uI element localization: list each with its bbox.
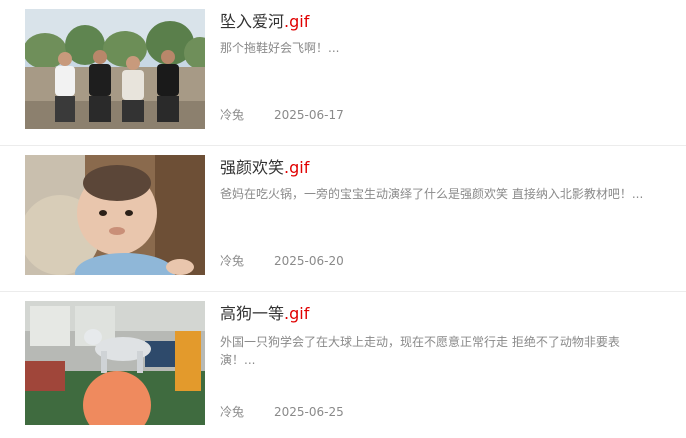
article-meta: 冷兔 2025-06-20 <box>220 253 344 269</box>
article-meta: 冷兔 2025-06-25 <box>220 404 344 420</box>
article-title-text[interactable]: 强颜欢笑 <box>220 158 284 177</box>
article-summary: 爸妈在吃火锅，一旁的宝宝生动演绎了什么是强颜欢笑 直接纳入北影教材吧！... <box>220 187 644 201</box>
article-thumbnail[interactable] <box>25 301 205 425</box>
article-item[interactable]: 坠入爱河.gif 那个拖鞋好会飞啊！... 冷兔 2025-06-17 <box>0 0 686 146</box>
article-author: 冷兔 <box>220 405 245 419</box>
article-title[interactable]: 坠入爱河.gif <box>220 11 309 33</box>
article-title[interactable]: 强颜欢笑.gif <box>220 157 309 179</box>
article-date: 2025-06-17 <box>274 108 344 122</box>
article-title-text[interactable]: 高狗一等 <box>220 304 284 323</box>
article-thumbnail[interactable] <box>25 9 205 129</box>
article-title-text[interactable]: 坠入爱河 <box>220 12 284 31</box>
article-date: 2025-06-20 <box>274 254 344 268</box>
article-item[interactable]: 强颜欢笑.gif 爸妈在吃火锅，一旁的宝宝生动演绎了什么是强颜欢笑 直接纳入北影… <box>0 146 686 292</box>
article-title-extension[interactable]: .gif <box>284 12 309 31</box>
article-title-extension[interactable]: .gif <box>284 304 309 323</box>
article-summary: 外国一只狗学会了在大球上走动，现在不愿意正常行走 拒绝不了动物非要表演！... <box>220 335 620 367</box>
article-meta: 冷兔 2025-06-17 <box>220 107 344 123</box>
article-thumbnail[interactable] <box>25 155 205 275</box>
article-date: 2025-06-25 <box>274 405 344 419</box>
article-item[interactable]: 高狗一等.gif 外国一只狗学会了在大球上走动，现在不愿意正常行走 拒绝不了动物… <box>0 292 686 438</box>
article-list: 坠入爱河.gif 那个拖鞋好会飞啊！... 冷兔 2025-06-17 强颜欢笑.… <box>0 0 686 433</box>
article-title[interactable]: 高狗一等.gif <box>220 303 309 325</box>
article-summary: 那个拖鞋好会飞啊！... <box>220 41 340 55</box>
article-author: 冷兔 <box>220 108 245 122</box>
article-title-extension[interactable]: .gif <box>284 158 309 177</box>
article-author: 冷兔 <box>220 254 245 268</box>
